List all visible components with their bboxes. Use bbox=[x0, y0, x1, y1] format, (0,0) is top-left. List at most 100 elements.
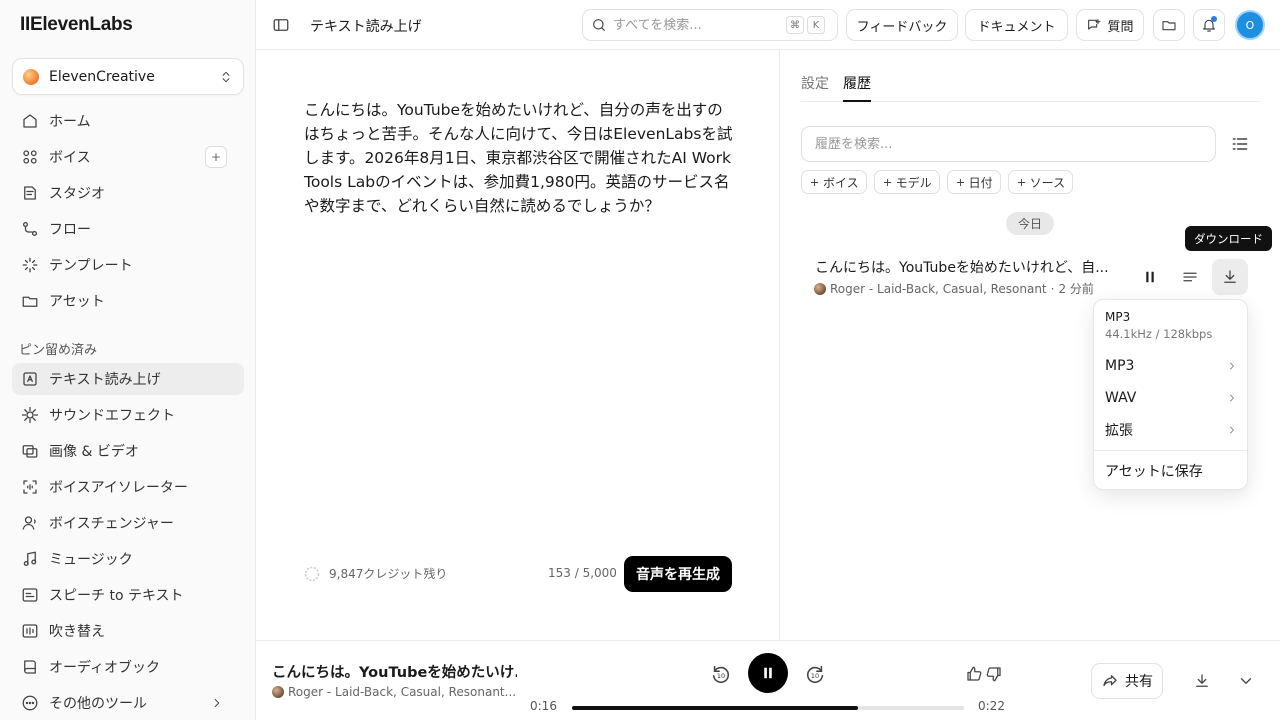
book-icon bbox=[20, 658, 40, 676]
rewind-10-icon: 10 bbox=[710, 663, 732, 685]
sidebar-item-more-tools[interactable]: その他のツール bbox=[12, 687, 244, 719]
save-to-assets-item[interactable]: アセットに保存 bbox=[1105, 461, 1238, 481]
sidebar-item-speech-to-text[interactable]: スピーチ to テキスト bbox=[12, 579, 244, 611]
thumbs-up-button[interactable] bbox=[963, 663, 985, 685]
sidebar-item-voices[interactable]: ボイス bbox=[12, 141, 244, 173]
playback-progress[interactable] bbox=[572, 706, 964, 710]
rewind-10-button[interactable]: 10 bbox=[709, 662, 733, 686]
workspace-switcher[interactable]: ElevenCreative bbox=[12, 58, 244, 95]
elevenlabs-logo[interactable]: IIElevenLabs bbox=[20, 14, 133, 36]
tab-settings[interactable]: 設定 bbox=[801, 70, 829, 102]
audio-player: こんにちは。YouTubeを始めたいけ... Roger - Laid-Back… bbox=[256, 640, 1280, 720]
filter-model-chip[interactable]: モデル bbox=[873, 170, 940, 194]
global-search[interactable]: ⌘ K bbox=[582, 9, 838, 41]
search-input[interactable] bbox=[613, 17, 783, 33]
folder-icon bbox=[20, 292, 40, 310]
sidebar-item-audiobooks[interactable]: オーディオブック bbox=[12, 651, 244, 683]
user-avatar[interactable]: O bbox=[1235, 10, 1265, 40]
pause-icon bbox=[1141, 268, 1159, 286]
player-collapse-button[interactable] bbox=[1235, 670, 1257, 692]
kbd-cmd: ⌘ bbox=[786, 16, 804, 34]
download-item-button[interactable] bbox=[1212, 259, 1248, 295]
history-item-voice: Roger - Laid-Back, Casual, Resonant bbox=[830, 281, 1047, 296]
sidebar-item-label: その他のツール bbox=[49, 696, 147, 712]
image-video-icon bbox=[20, 442, 40, 460]
workspace-name: ElevenCreative bbox=[49, 68, 155, 85]
sidebar-item-image-video[interactable]: 画像 & ビデオ bbox=[12, 435, 244, 467]
filter-date-chip[interactable]: 日付 bbox=[946, 170, 1001, 194]
player-pause-button[interactable] bbox=[748, 653, 788, 693]
credits-remaining: 9,847クレジット残り bbox=[304, 565, 447, 582]
top-header: テキスト読み上げ ⌘ K フィードバック ドキュメント 質問 O bbox=[256, 0, 1280, 50]
dropdown-format-header: MP3 bbox=[1105, 310, 1131, 324]
sidebar-item-label: ボイス bbox=[49, 150, 91, 166]
add-voice-button[interactable] bbox=[205, 146, 227, 168]
sidebar-item-studio[interactable]: スタジオ bbox=[12, 177, 244, 209]
sidebar-item-label: スピーチ to テキスト bbox=[49, 588, 184, 604]
ask-button[interactable]: 質問 bbox=[1076, 9, 1144, 41]
sidebar-item-label: オーディオブック bbox=[49, 660, 161, 676]
sidebar-item-label: ミュージック bbox=[49, 552, 133, 568]
history-search[interactable] bbox=[801, 126, 1216, 162]
chip-label: ボイス bbox=[823, 175, 859, 190]
total-time: 0:22 bbox=[978, 699, 1005, 713]
sidebar-item-music[interactable]: ミュージック bbox=[12, 543, 244, 575]
sidebar-item-label: サウンドエフェクト bbox=[49, 408, 175, 424]
pause-item-button[interactable] bbox=[1132, 259, 1168, 295]
sidebar-item-voice-isolator[interactable]: ボイスアイソレーター bbox=[12, 471, 244, 503]
dropdown-item-advanced[interactable]: 拡張 bbox=[1105, 420, 1238, 440]
voice-avatar bbox=[814, 282, 826, 295]
dropdown-item-label: MP3 bbox=[1105, 358, 1135, 374]
day-separator-badge: 今日 bbox=[1006, 212, 1054, 235]
transcript-button[interactable] bbox=[1172, 259, 1208, 295]
dropdown-item-label: 拡張 bbox=[1105, 423, 1133, 439]
player-track-title: こんにちは。YouTubeを始めたいけ... bbox=[272, 665, 517, 681]
forward-10-icon: 10 bbox=[804, 663, 826, 685]
history-item-title[interactable]: こんにちは。YouTubeを始めたいけれど、自... bbox=[815, 257, 1115, 277]
forward-10-button[interactable]: 10 bbox=[803, 662, 827, 686]
dropdown-item-mp3[interactable]: MP3 bbox=[1105, 356, 1238, 376]
text-editor: こんにちは。YouTubeを始めたいけれど、自分の声を出すのはちょっと苦手。そん… bbox=[256, 50, 780, 640]
chevron-down-icon bbox=[1237, 672, 1255, 690]
sidebar-item-assets[interactable]: アセット bbox=[12, 285, 244, 317]
sidebar-item-text-to-speech[interactable]: テキスト読み上げ bbox=[12, 363, 244, 395]
folder-icon bbox=[1161, 17, 1177, 33]
sidebar-item-sound-effects[interactable]: サウンドエフェクト bbox=[12, 399, 244, 431]
filter-list-icon[interactable] bbox=[1230, 134, 1250, 154]
filter-source-chip[interactable]: ソース bbox=[1007, 170, 1074, 194]
notifications-button[interactable] bbox=[1193, 9, 1225, 41]
sidebar-item-dubbing[interactable]: 吹き替え bbox=[12, 615, 244, 647]
workspace-orb-icon bbox=[23, 68, 39, 85]
tab-history[interactable]: 履歴 bbox=[843, 70, 871, 102]
feedback-button[interactable]: フィードバック bbox=[846, 9, 958, 41]
files-button[interactable] bbox=[1153, 9, 1185, 41]
history-item-meta: Roger - Laid-Back, Casual, Resonant · 2 … bbox=[814, 280, 1094, 297]
share-button[interactable]: 共有 bbox=[1091, 663, 1163, 699]
chevron-right-icon bbox=[1226, 392, 1238, 404]
grid-icon bbox=[20, 148, 40, 166]
tts-text-input[interactable]: こんにちは。YouTubeを始めたいけれど、自分の声を出すのはちょっと苦手。そん… bbox=[304, 98, 736, 218]
voice-avatar bbox=[272, 686, 284, 698]
dropdown-format-quality: 44.1kHz / 128kbps bbox=[1105, 327, 1213, 341]
plus-icon bbox=[955, 177, 966, 188]
thumbs-down-button[interactable] bbox=[983, 663, 1005, 685]
regenerate-button[interactable]: 音声を再生成 bbox=[624, 556, 732, 592]
sidebar-item-flows[interactable]: フロー bbox=[12, 213, 244, 245]
sidebar-item-templates[interactable]: テンプレート bbox=[12, 249, 244, 281]
sidebar-item-voice-changer[interactable]: ボイスチェンジャー bbox=[12, 507, 244, 539]
chat-plus-icon bbox=[1086, 17, 1102, 33]
text-to-speech-icon bbox=[20, 370, 40, 388]
sidebar-item-label: テンプレート bbox=[49, 258, 133, 274]
chevron-right-icon bbox=[1226, 360, 1238, 372]
download-icon bbox=[1193, 672, 1211, 690]
player-download-button[interactable] bbox=[1191, 670, 1213, 692]
sidebar-toggle-icon[interactable] bbox=[272, 16, 290, 34]
docs-button[interactable]: ドキュメント bbox=[965, 9, 1068, 41]
sidebar-item-home[interactable]: ホーム bbox=[12, 105, 244, 137]
credits-ring-icon bbox=[304, 566, 320, 582]
dropdown-item-wav[interactable]: WAV bbox=[1105, 388, 1238, 408]
history-search-input[interactable] bbox=[815, 136, 1202, 152]
filter-voice-chip[interactable]: ボイス bbox=[801, 170, 867, 194]
music-note-icon bbox=[20, 550, 40, 568]
page-title: テキスト読み上げ bbox=[310, 19, 422, 35]
